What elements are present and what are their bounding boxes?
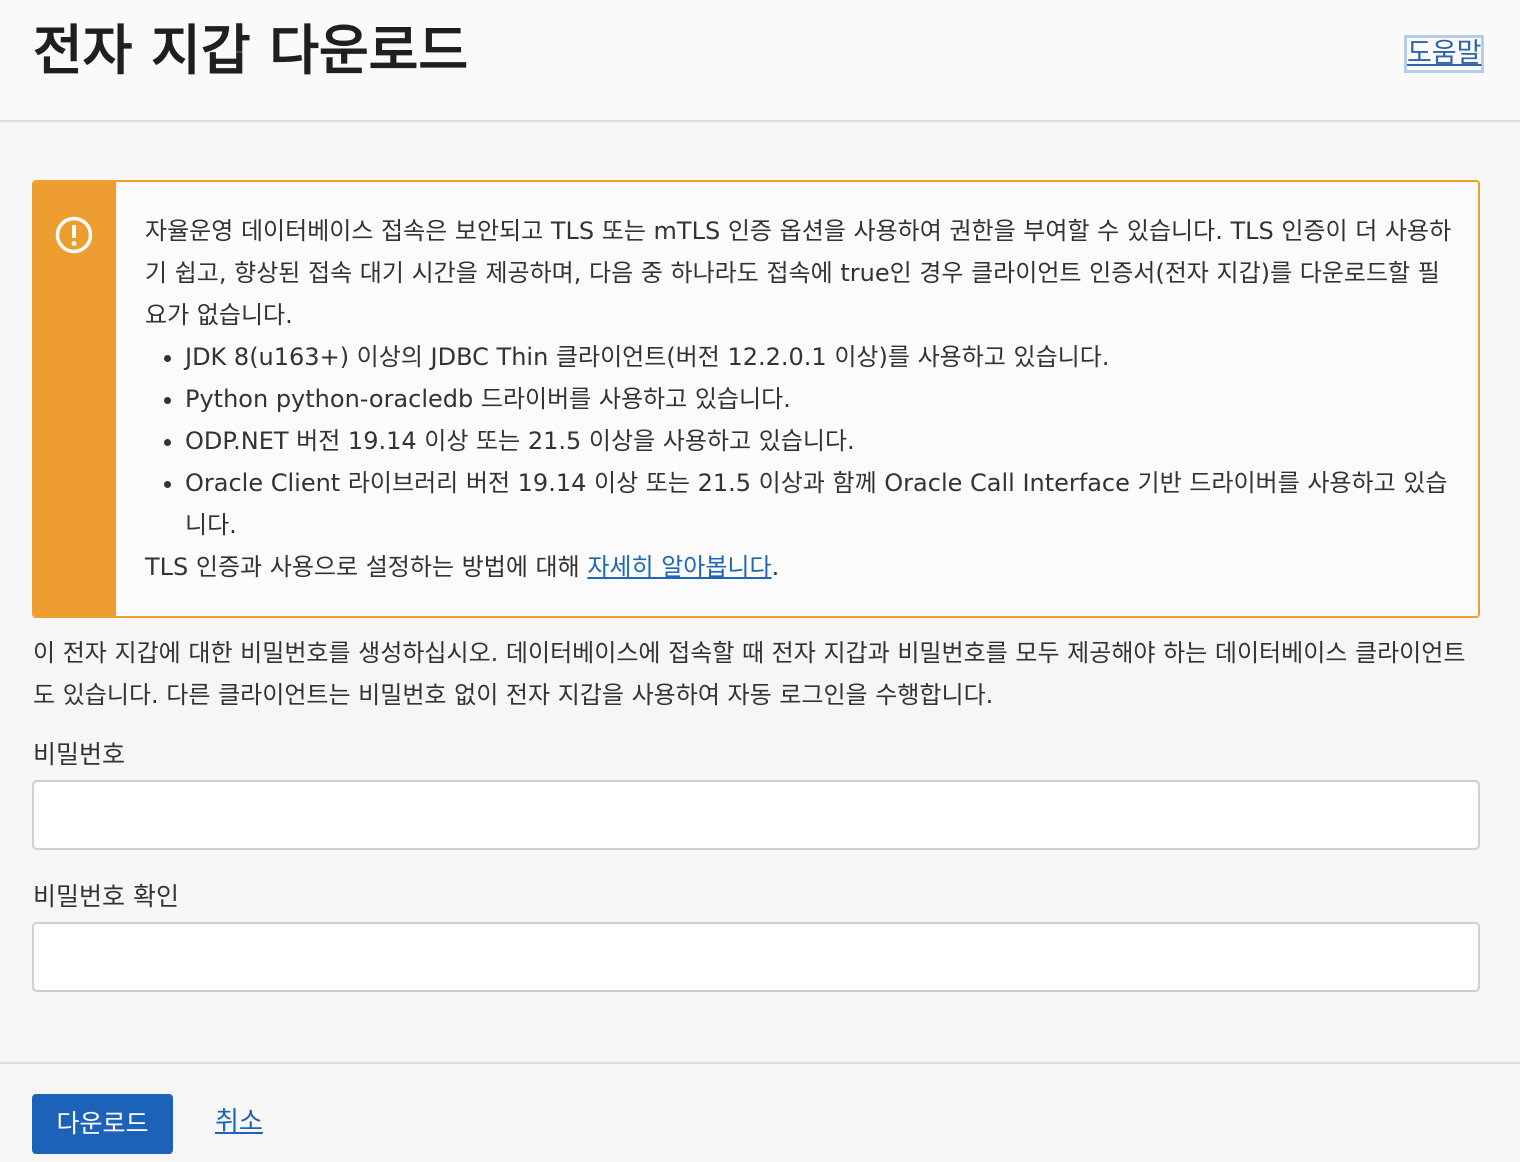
alert-outro: TLS 인증과 사용으로 설정하는 방법에 대해 자세히 알아봅니다.	[145, 546, 1455, 588]
confirm-password-label: 비밀번호 확인	[33, 882, 179, 911]
page-title: 전자 지갑 다운로드	[33, 19, 469, 82]
alert-outro-period: .	[771, 553, 780, 581]
alert-intro: 자율운영 데이터베이스 접속은 보안되고 TLS 또는 mTLS 인증 옵션을 …	[145, 217, 1452, 329]
alert-list-item: JDK 8(u163+) 이상의 JDBC Thin 클라이언트(버전 12.2…	[185, 336, 1455, 378]
alert-outro-text: TLS 인증과 사용으로 설정하는 방법에 대해	[145, 553, 588, 581]
confirm-password-input[interactable]	[32, 922, 1480, 992]
alert-list-item: ODP.NET 버전 19.14 이상 또는 21.5 이상을 사용하고 있습니…	[185, 420, 1455, 462]
password-label: 비밀번호	[33, 740, 126, 769]
download-button[interactable]: 다운로드	[32, 1094, 173, 1154]
alert-list-item: Python python-oracledb 드라이버를 사용하고 있습니다.	[185, 378, 1455, 420]
dialog-footer: 다운로드 취소	[0, 1062, 1520, 1162]
tls-info-alert: 자율운영 데이터베이스 접속은 보안되고 TLS 또는 mTLS 인증 옵션을 …	[32, 180, 1480, 618]
alert-stripe	[34, 182, 116, 616]
alert-message: 자율운영 데이터베이스 접속은 보안되고 TLS 또는 mTLS 인증 옵션을 …	[145, 210, 1455, 588]
page-header: 전자 지갑 다운로드 도움말	[0, 0, 1520, 122]
password-input[interactable]	[32, 780, 1480, 850]
wallet-password-description: 이 전자 지갑에 대한 비밀번호를 생성하십시오. 데이터베이스에 접속할 때 …	[33, 639, 1466, 709]
cancel-link[interactable]: 취소	[215, 1104, 263, 1140]
alert-list: JDK 8(u163+) 이상의 JDBC Thin 클라이언트(버전 12.2…	[145, 336, 1455, 546]
alert-list-item: Oracle Client 라이브러리 버전 19.14 이상 또는 21.5 …	[185, 462, 1455, 546]
exclamation-circle-icon	[55, 216, 93, 254]
learn-more-link[interactable]: 자세히 알아봅니다	[587, 553, 771, 581]
help-link[interactable]: 도움말	[1404, 35, 1484, 73]
